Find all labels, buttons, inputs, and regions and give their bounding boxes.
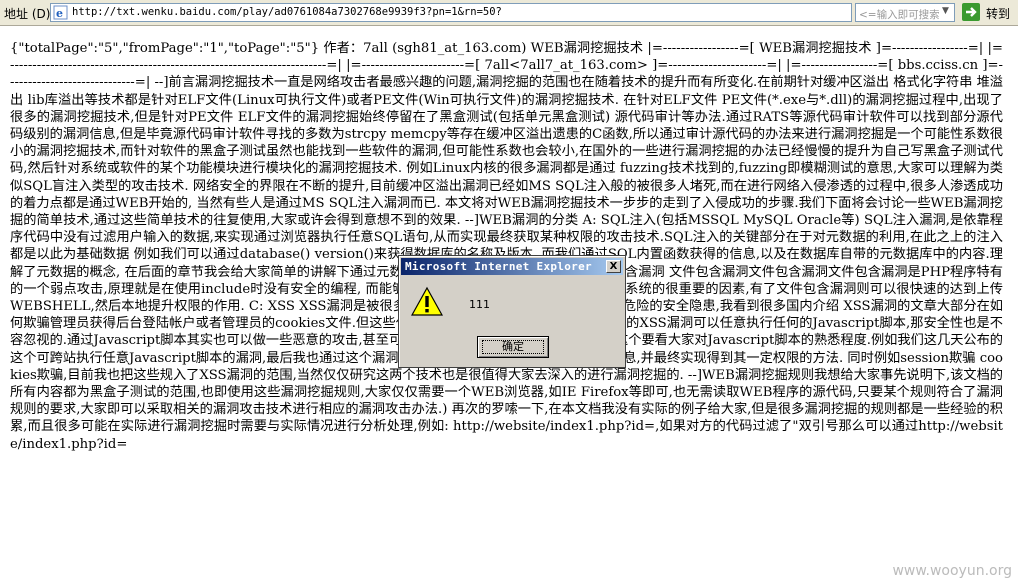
address-input[interactable]: e http://txt.wenku.baidu.com/play/ad0761… xyxy=(50,3,852,22)
go-button[interactable]: 转到 xyxy=(962,3,1016,22)
dialog-titlebar[interactable]: Microsoft Internet Explorer X xyxy=(401,258,623,275)
alert-dialog: Microsoft Internet Explorer X 111 确定 xyxy=(398,255,626,368)
search-input[interactable]: <=输入即可搜索 xyxy=(855,3,955,22)
dialog-title: Microsoft Internet Explorer xyxy=(405,260,592,273)
svg-text:e: e xyxy=(56,7,63,20)
ok-label: 确定 xyxy=(482,340,544,354)
address-bar: 地址 (D) e http://txt.wenku.baidu.com/play… xyxy=(0,0,1018,26)
search-placeholder: <=输入即可搜索 xyxy=(859,9,940,21)
warning-icon xyxy=(411,286,443,316)
address-label: 地址 (D) xyxy=(4,7,51,21)
watermark: www.wooyun.org xyxy=(892,563,1012,579)
document-text: {"totalPage":"5","fromPage":"1","toPage"… xyxy=(10,41,1003,452)
go-arrow-icon xyxy=(962,3,980,21)
ok-button[interactable]: 确定 xyxy=(477,336,549,358)
ie-page-icon: e xyxy=(53,5,68,20)
address-url: http://txt.wenku.baidu.com/play/ad076108… xyxy=(72,6,502,18)
search-dropdown-icon[interactable]: ▼ xyxy=(942,6,949,16)
go-label: 转到 xyxy=(986,7,1011,21)
dialog-message: 111 xyxy=(469,298,490,311)
close-button[interactable]: X xyxy=(606,260,621,273)
